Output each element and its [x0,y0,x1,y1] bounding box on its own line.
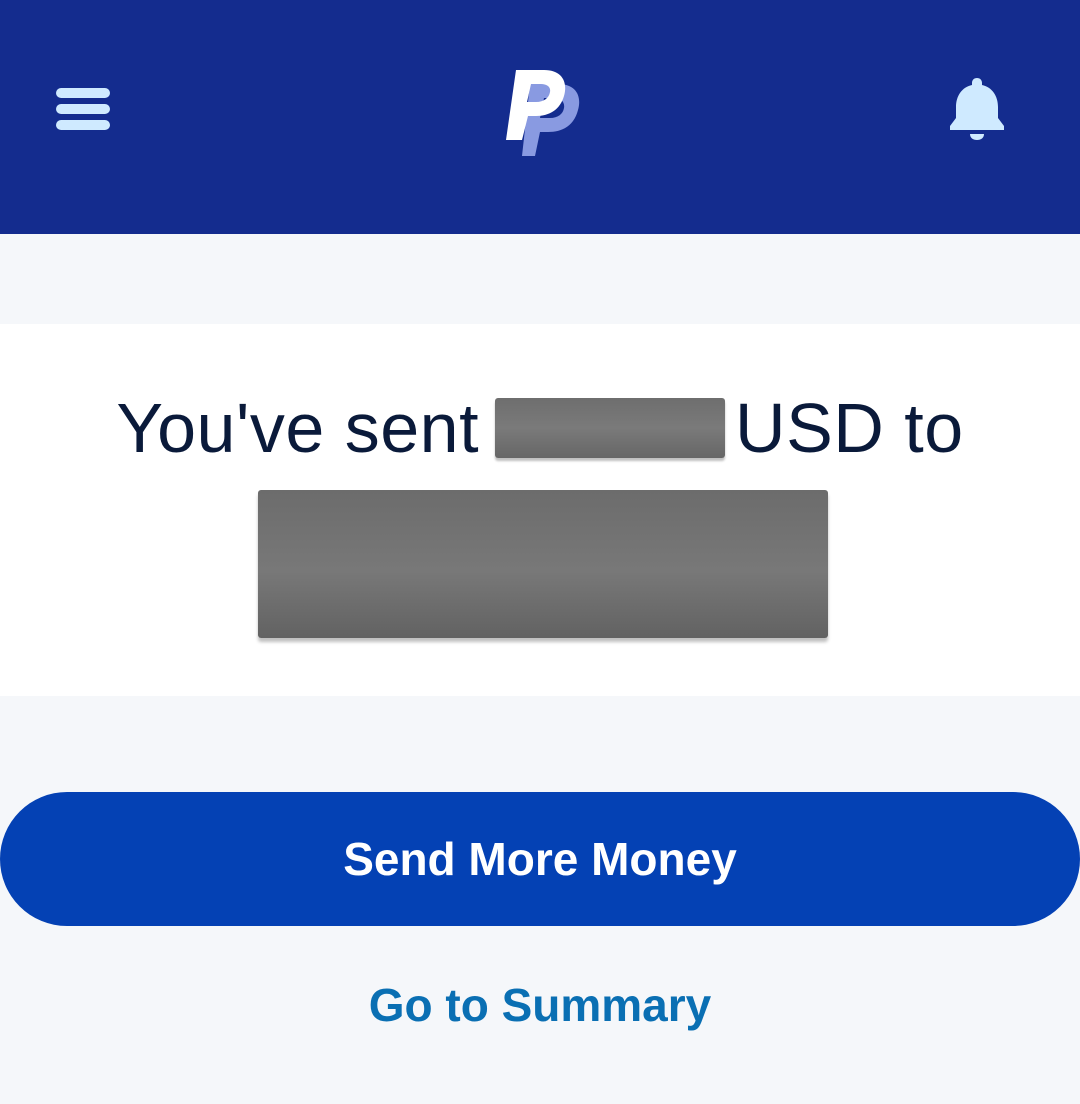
message-prefix: You've sent [116,389,480,467]
confirmation-message: You've sent USD to [0,388,1080,468]
hamburger-menu-icon[interactable] [54,86,112,132]
menu-bar-top [56,88,110,98]
redacted-recipient [258,490,828,638]
bell-icon[interactable] [946,74,1008,142]
spacer-band [0,234,1080,324]
send-more-money-button[interactable]: Send More Money [0,792,1080,926]
message-currency-suffix: USD to [735,389,964,467]
app-header [0,0,1080,234]
redacted-amount [495,398,726,458]
menu-bar-bottom [56,120,110,130]
paypal-logo-icon [506,70,580,156]
go-to-summary-link[interactable]: Go to Summary [0,978,1080,1032]
menu-bar-middle [56,104,110,114]
